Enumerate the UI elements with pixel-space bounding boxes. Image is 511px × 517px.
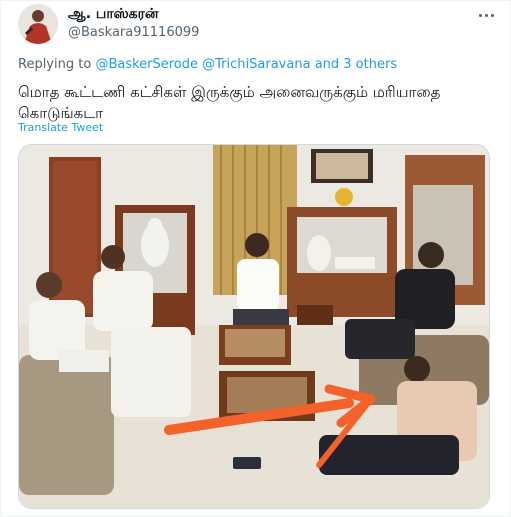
tweet-photo[interactable] bbox=[18, 144, 490, 509]
user-name-block[interactable]: ஆ. பாஸ்கரன் @Baskara91116099 bbox=[68, 5, 199, 42]
mention-link[interactable]: @BaskerSerode bbox=[95, 57, 198, 72]
mention-link[interactable]: @TrichiSaravana bbox=[202, 57, 310, 72]
reply-prefix: Replying to bbox=[18, 57, 92, 72]
tweet-card[interactable]: ஆ. பாஸ்கரன் @Baskara91116099 Replying to… bbox=[0, 0, 511, 517]
others-link[interactable]: and 3 others bbox=[315, 57, 397, 72]
user-handle[interactable]: @Baskara91116099 bbox=[68, 24, 199, 42]
tweet-text: மொத கூட்டணி கட்சிகள் இருக்கும் அனைவருக்க… bbox=[18, 83, 441, 122]
reply-context: Replying to @BaskerSerode @TrichiSaravan… bbox=[18, 57, 397, 72]
display-name[interactable]: ஆ. பாஸ்கரன் bbox=[68, 5, 199, 23]
avatar-image bbox=[18, 4, 58, 44]
avatar[interactable] bbox=[18, 4, 58, 44]
photo-image bbox=[19, 145, 489, 508]
translate-tweet-link[interactable]: Translate Tweet bbox=[18, 121, 103, 134]
more-dots-icon[interactable] bbox=[475, 9, 497, 21]
